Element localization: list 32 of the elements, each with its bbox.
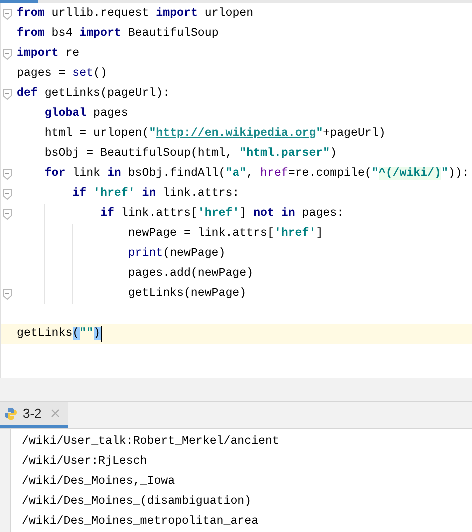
- code-line: if 'href' in link.attrs:: [72, 186, 240, 202]
- code-line: pages = set(): [17, 66, 108, 82]
- fold-marker-icon[interactable]: [2, 208, 12, 220]
- console-output-line: /wiki/Des_Moines,_Iowa: [22, 474, 176, 490]
- close-icon[interactable]: [50, 409, 60, 418]
- code-line: if link.attrs['href'] not in pages:: [99, 206, 344, 222]
- fold-marker-icon[interactable]: [2, 188, 12, 200]
- code-line: from bs4 import BeautifulSoup: [17, 26, 219, 42]
- code-line: newPage = link.attrs['href']: [127, 226, 324, 242]
- console-output-line: /wiki/User:RjLesch: [22, 454, 148, 470]
- fold-marker-icon[interactable]: [2, 88, 12, 100]
- code-line: getLinks(""): [17, 326, 101, 342]
- fold-marker-icon[interactable]: [2, 48, 12, 60]
- code-line: pages.add(newPage): [127, 266, 254, 282]
- code-line: import re: [17, 46, 80, 62]
- code-line: html = urlopen("http://en.wikipedia.org"+pageUrl): [44, 126, 386, 142]
- fold-marker-icon[interactable]: [2, 288, 12, 300]
- fold-marker-icon[interactable]: [2, 8, 12, 20]
- text-cursor: [100, 326, 102, 342]
- code-line: for link in bsObj.findAll("a", href=re.compile("^(/wiki/)")):: [44, 166, 470, 182]
- code-line: from urllib.request import urlopen: [17, 6, 254, 22]
- console-output-line: /wiki/Des_Moines_(disambiguation): [22, 494, 252, 510]
- console-output-line: /wiki/Des_Moines_metropolitan_area: [22, 514, 259, 530]
- code-line: getLinks(newPage): [127, 286, 247, 302]
- code-line: bsObj = BeautifulSoup(html, "html.parser"): [44, 146, 338, 162]
- code-line: global pages: [44, 106, 128, 122]
- run-tab[interactable]: 3-2: [0, 402, 68, 428]
- code-line: print(newPage): [127, 246, 226, 262]
- python-icon: [4, 406, 18, 420]
- fold-marker-icon[interactable]: [2, 168, 12, 180]
- code-line: def getLinks(pageUrl):: [17, 86, 170, 102]
- console-output-line: /wiki/User_talk:Robert_Merkel/ancient: [22, 434, 280, 450]
